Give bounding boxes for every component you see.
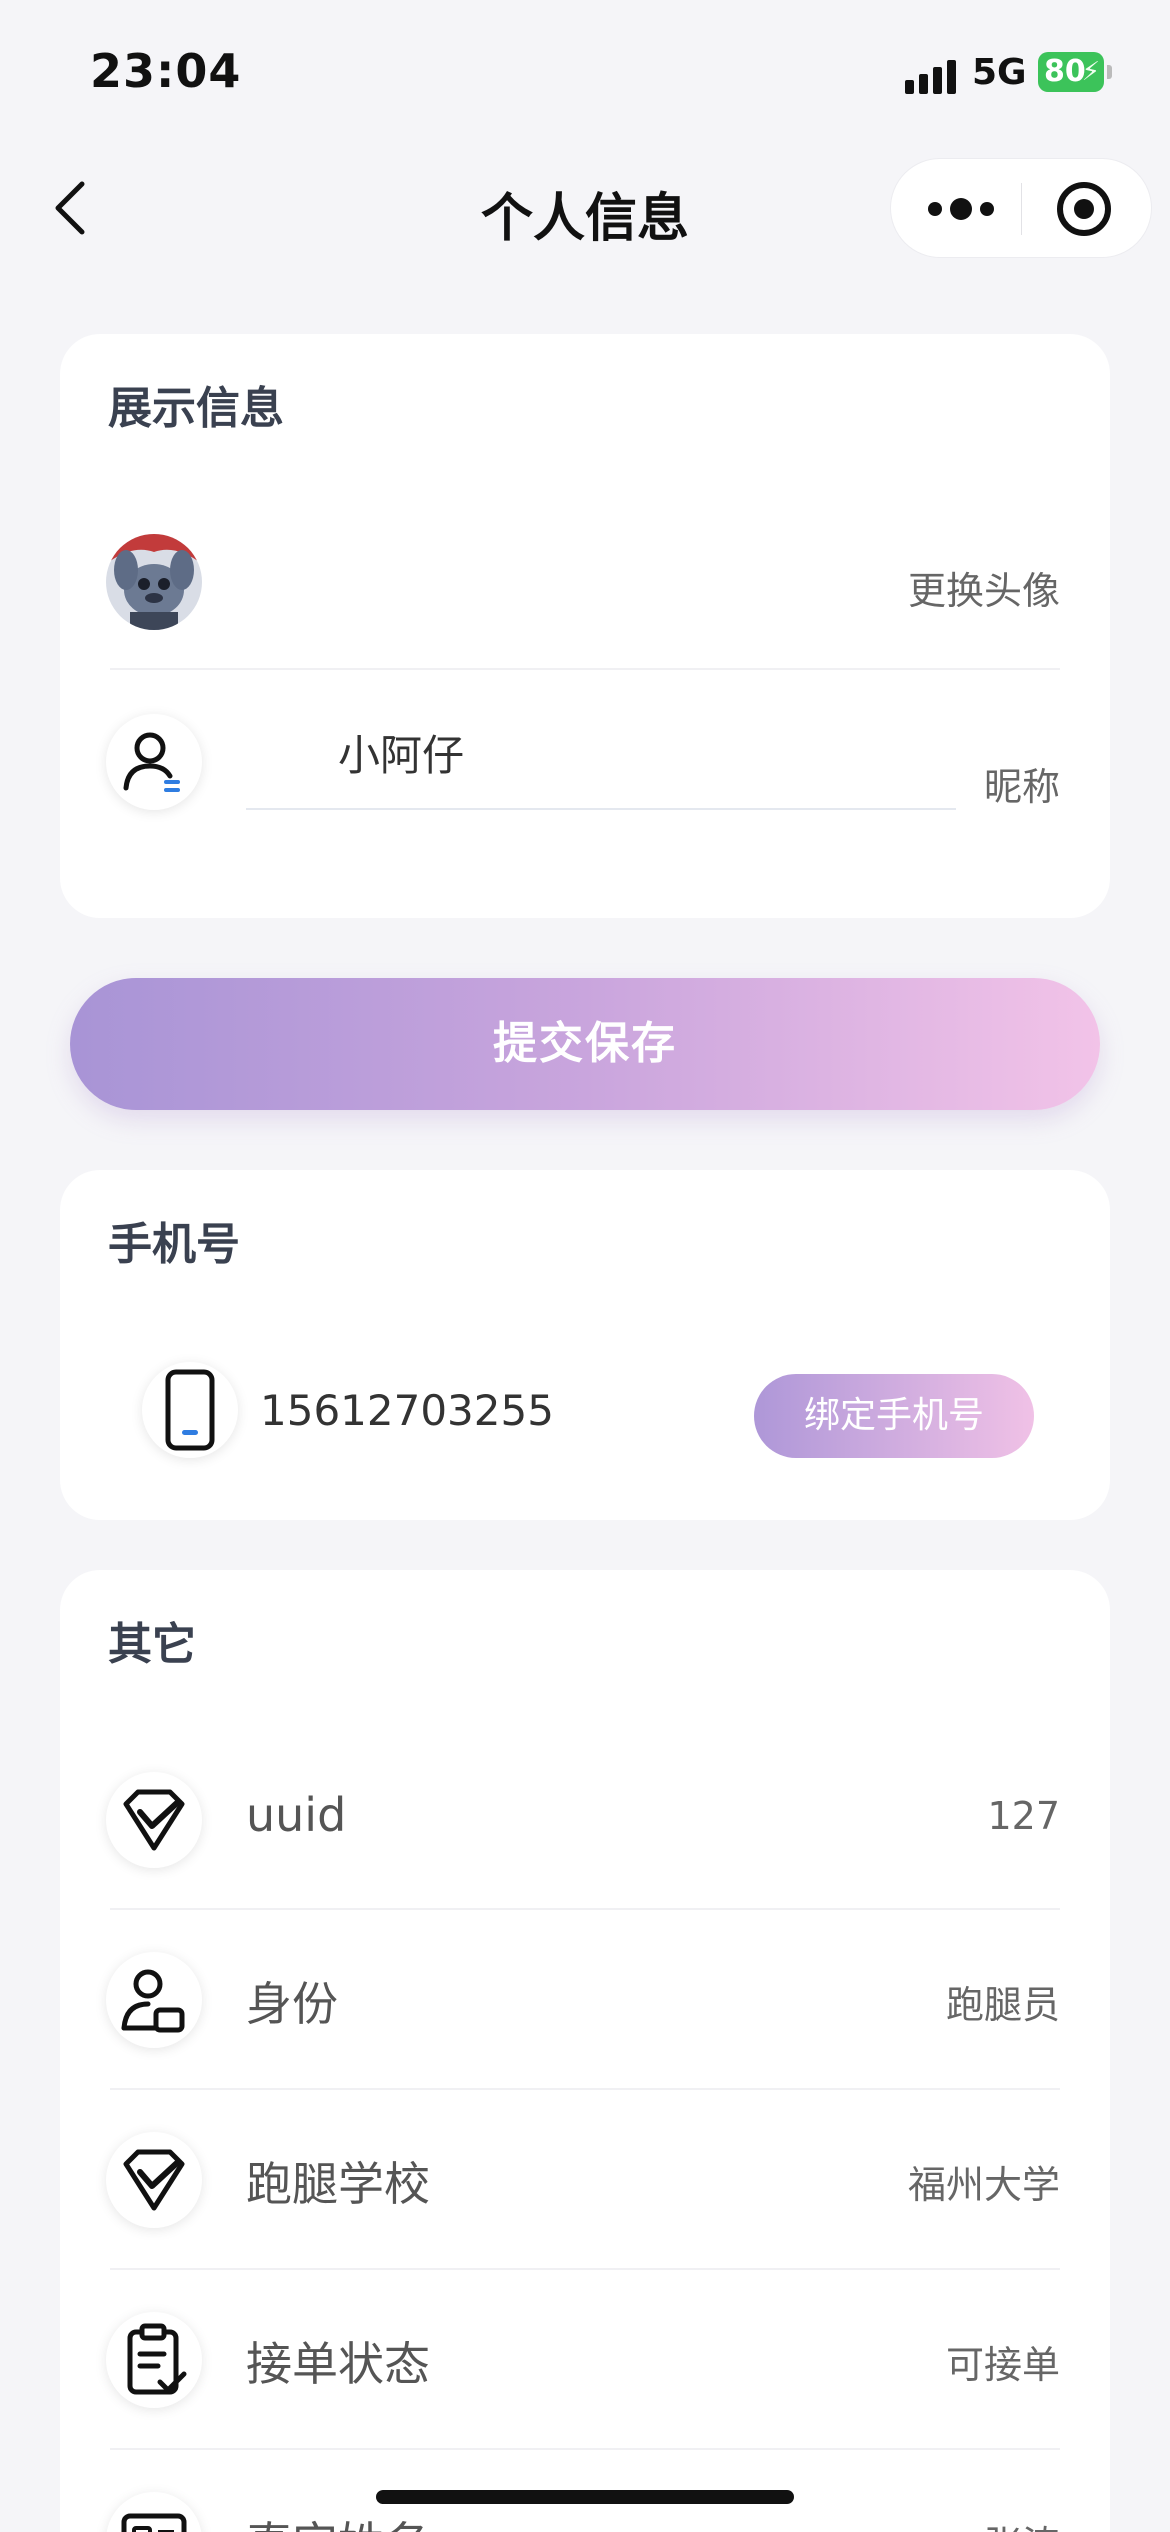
phone-header: 手机号 — [108, 1219, 240, 1270]
network-type: 5G — [972, 52, 1027, 93]
shield-check-icon — [106, 1772, 202, 1868]
school-label: 跑腿学校 — [246, 2157, 430, 2211]
real-name-value: 张涛 — [984, 2514, 1060, 2532]
other-header: 其它 — [108, 1619, 196, 1670]
display-info-card: 展示信息 更换头像 小阿仔 昵称 — [60, 334, 1110, 918]
phone-row: 15612703255 绑定手机号 — [60, 1334, 1110, 1494]
user-icon — [106, 714, 202, 810]
display-info-header: 展示信息 — [108, 383, 284, 434]
change-avatar-link[interactable]: 更换头像 — [908, 560, 1060, 615]
phone-card: 手机号 15612703255 绑定手机号 — [60, 1170, 1110, 1520]
avatar-row[interactable]: 更换头像 — [60, 496, 1110, 670]
list-item[interactable]: 跑腿学校 福州大学 — [60, 2090, 1110, 2270]
school-value: 福州大学 — [907, 2163, 1060, 2207]
nickname-label: 昵称 — [983, 765, 1060, 809]
list-item[interactable]: uuid 127 — [60, 1730, 1110, 1910]
more-icon — [928, 198, 994, 220]
mini-program-capsule — [890, 158, 1152, 258]
close-button[interactable] — [1051, 181, 1117, 237]
user-card-icon — [106, 1952, 202, 2048]
id-card-icon — [106, 2492, 202, 2532]
list-item[interactable]: 身份 跑腿员 — [60, 1910, 1110, 2090]
clipboard-check-icon — [106, 2312, 202, 2408]
phone-number: 15612703255 — [260, 1386, 554, 1435]
home-indicator[interactable] — [376, 2490, 794, 2504]
other-card: 其它 uuid 127 身份 跑腿员 跑腿学校 福州大学 接单状态 可接单 — [60, 1570, 1110, 2532]
bind-phone-button[interactable]: 绑定手机号 — [754, 1374, 1034, 1458]
more-button[interactable] — [921, 185, 1001, 233]
target-icon — [1057, 182, 1111, 236]
shield-check-icon — [106, 2132, 202, 2228]
identity-value: 跑腿员 — [945, 1983, 1060, 2027]
status-bar: 23:04 5G 80 ⚡ — [0, 0, 1170, 140]
nickname-row: 小阿仔 昵称 — [60, 670, 1110, 890]
submit-save-button[interactable]: 提交保存 — [70, 978, 1100, 1110]
real-name-label: 真实姓名 — [246, 2508, 430, 2532]
identity-label: 身份 — [246, 1977, 338, 2031]
battery-level: 80 — [1044, 54, 1086, 89]
avatar-image — [106, 534, 202, 630]
uuid-value: 127 — [987, 1794, 1060, 1838]
list-item[interactable]: 接单状态 可接单 — [60, 2270, 1110, 2450]
battery-icon: 80 ⚡ — [1038, 52, 1112, 92]
nav-bar: 个人信息 — [0, 150, 1170, 266]
phone-icon — [142, 1362, 238, 1458]
signal-icon — [905, 58, 961, 94]
nickname-input[interactable]: 小阿仔 — [246, 702, 956, 810]
order-status-value: 可接单 — [945, 2343, 1060, 2387]
charging-icon: ⚡ — [1081, 57, 1100, 87]
uuid-label: uuid — [246, 1788, 347, 1842]
avatar[interactable] — [106, 534, 202, 630]
status-time: 23:04 — [90, 44, 242, 98]
order-status-label: 接单状态 — [246, 2337, 430, 2391]
